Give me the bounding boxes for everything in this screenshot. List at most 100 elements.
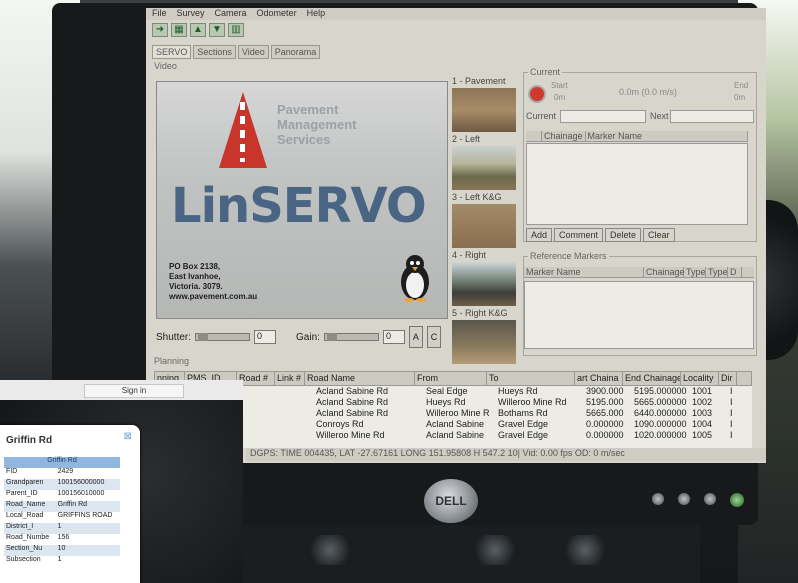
forward-arrow-icon[interactable]: ➜	[152, 23, 168, 37]
column-end-chainage[interactable]: End Chainage	[623, 372, 681, 385]
column-type[interactable]: Type	[684, 267, 706, 277]
marker-table[interactable]	[526, 143, 748, 225]
attribute-cell: 1	[55, 523, 120, 534]
column-from[interactable]: From	[415, 372, 487, 385]
table-cell: 1002	[692, 397, 713, 407]
shutter-label: Shutter:	[156, 331, 192, 343]
gain-label: Gain:	[296, 331, 320, 343]
column-marker-name[interactable]: Marker Name	[586, 131, 748, 141]
table-cell: 3900.000	[586, 386, 624, 396]
tab-sections[interactable]: Sections	[193, 45, 236, 59]
shutter-slider[interactable]	[195, 333, 251, 341]
distance-readout: 0.0m (0.0 m/s)	[619, 87, 678, 97]
start-value: 0m	[554, 93, 566, 102]
menu-file[interactable]: File	[152, 8, 167, 20]
attribute-cell: Road_Name	[4, 501, 56, 512]
reference-table[interactable]	[524, 281, 754, 349]
power-button[interactable]	[730, 493, 744, 507]
monitor-button[interactable]	[678, 493, 690, 505]
record-button[interactable]	[528, 85, 546, 103]
address-line: PO Box 2138,	[169, 262, 221, 271]
column-start-chainage[interactable]: art Chaina	[575, 372, 623, 385]
planning-table[interactable]: Acland Sabine Rd Seal Edge Hueys Rd 3900.00…	[154, 386, 752, 448]
column-road-name[interactable]: Road Name	[305, 372, 415, 385]
table-cell: 1003	[692, 408, 713, 418]
menu-help[interactable]: Help	[307, 8, 326, 20]
table-row[interactable]: Acland Sabine Rd Hueys Rd Willeroo Mine Rd…	[154, 397, 752, 408]
thumbnail-pavement[interactable]	[452, 88, 516, 132]
column-type-2[interactable]: Type	[706, 267, 728, 277]
add-button[interactable]: Add	[526, 228, 553, 242]
start-label: Start	[551, 81, 568, 90]
attribute-cell: Grandparen	[4, 479, 56, 490]
table-row[interactable]: Willeroo Mine Rd Acland Sabine Gravel Edge…	[154, 430, 752, 441]
table-cell: Acland Sabine Rd	[316, 386, 389, 396]
delete-button[interactable]: Delete	[605, 228, 642, 242]
menu-camera[interactable]: Camera	[215, 8, 247, 20]
thumbnail-label: 5 - Right K&G	[452, 308, 508, 318]
reference-markers-group: Reference Markers Marker Name Chainage T…	[523, 251, 757, 356]
up-arrow-icon[interactable]: ▲	[190, 23, 206, 37]
menu-odometer[interactable]: Odometer	[257, 8, 297, 20]
thumbnail-right[interactable]	[452, 262, 516, 306]
company-line: Management	[277, 117, 357, 132]
column-dir[interactable]: Dir	[719, 372, 737, 385]
table-row[interactable]: Acland Sabine Rd Willeroo Mine R Bothams R…	[154, 408, 752, 419]
thumbnail-left[interactable]	[452, 146, 516, 190]
planning-table-header: nning PMS_ID Road # Link # Road Name Fro…	[154, 371, 752, 386]
tab-bar: SERVO Sections Video Panorama	[152, 45, 321, 59]
thumbnail-left-kg[interactable]	[452, 204, 516, 248]
column-locality[interactable]: Locality	[681, 372, 719, 385]
attribute-table-header: Griffin Rd	[4, 457, 120, 468]
table-cell: 6440.000000	[634, 408, 687, 418]
grid-icon[interactable]: ▥	[228, 23, 244, 37]
attribute-row: Subsection 1	[4, 556, 120, 567]
menu-survey[interactable]: Survey	[177, 8, 205, 20]
table-row[interactable]: Acland Sabine Rd Seal Edge Hueys Rd 3900.00…	[154, 386, 752, 397]
attribute-row: Road_Numbe 156	[4, 534, 120, 545]
dashboard-knob	[470, 535, 520, 565]
current-marker-input[interactable]	[560, 110, 646, 123]
comment-button[interactable]: Comment	[554, 228, 604, 242]
column-marker-name[interactable]: Marker Name	[524, 267, 644, 277]
auto-button[interactable]: A	[408, 326, 423, 348]
tab-panorama[interactable]: Panorama	[270, 45, 321, 59]
table-cell: Willeroo Mine Rd	[498, 397, 567, 407]
table-cell: 1005	[692, 430, 713, 440]
tab-video[interactable]: Video	[237, 45, 269, 59]
table-cell: I	[730, 408, 733, 418]
photo-scene: File Survey Camera Odometer Help ➜ ▦ ▲ ▼…	[0, 0, 798, 583]
column-to[interactable]: To	[487, 372, 575, 385]
gain-spinbox[interactable]: 0	[382, 330, 405, 344]
table-cell: Seal Edge	[426, 386, 468, 396]
tab-servo[interactable]: SERVO	[152, 45, 192, 59]
table-cell: 0.000000	[586, 419, 624, 429]
down-arrow-icon[interactable]: ▼	[209, 23, 225, 37]
next-marker-input[interactable]	[670, 110, 754, 123]
table-cell: 0.000000	[586, 430, 624, 440]
shutter-spinbox[interactable]: 0	[254, 330, 277, 344]
monitor-button[interactable]	[652, 493, 664, 505]
attribute-cell: FID	[6, 468, 18, 475]
table-cell: Bothams Rd	[498, 408, 548, 418]
table-row[interactable]: Conroys Rd Acland Sabine Gravel Edge 0.0000…	[154, 419, 752, 430]
product-logo: LinSERVO	[171, 178, 427, 234]
column-d[interactable]: D	[728, 267, 742, 277]
clear-button[interactable]: Clear	[643, 228, 675, 242]
column-chainage[interactable]: Chainage	[644, 267, 685, 277]
table-cell: I	[730, 419, 733, 429]
gain-slider[interactable]	[323, 333, 379, 341]
table-cell: 5195.000000	[634, 386, 687, 396]
camera-thumbnails: 1 - Pavement 2 - Left 3 - Left K&G 4 - R…	[452, 76, 520, 366]
sign-in-button[interactable]: Sign in	[84, 384, 184, 398]
close-icon[interactable]: ⊠	[124, 431, 132, 442]
next-marker-label: Next	[650, 111, 669, 121]
column-chainage[interactable]: Chainage	[542, 131, 586, 141]
save-icon[interactable]: ▦	[171, 23, 187, 37]
c-button[interactable]: C	[426, 326, 441, 348]
column-link-number[interactable]: Link #	[275, 372, 305, 385]
thumbnail-right-kg[interactable]	[452, 320, 516, 364]
current-group: Current Start 0m 0.0m (0.0 m/s) End 0m C…	[523, 67, 757, 242]
thumbnail-label: 4 - Right	[452, 250, 487, 260]
monitor-button[interactable]	[704, 493, 716, 505]
